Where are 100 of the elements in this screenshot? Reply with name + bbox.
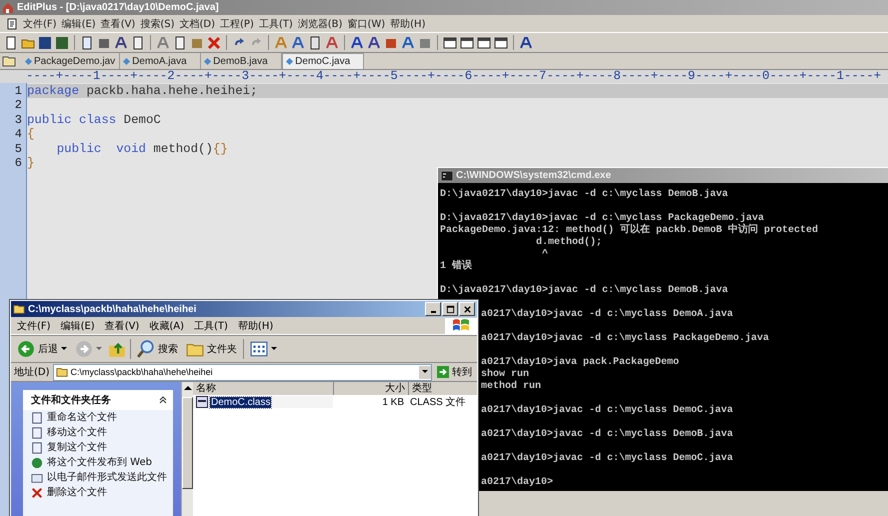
column-ruler: ----+----1----+----2----+----3----+----4----+----5----+----6----+----7----+----8----+----9----+----0----+----1----+ xyxy=(26,70,882,83)
column-header[interactable]: 大小 xyxy=(334,382,409,395)
menu-item[interactable]: 帮助(H) xyxy=(238,318,274,332)
print-preview-icon[interactable] xyxy=(80,36,94,50)
class-file-icon xyxy=(196,396,208,408)
menu-item[interactable]: 文件(F) xyxy=(23,16,57,30)
house-icon xyxy=(2,2,14,14)
close-icon xyxy=(462,304,472,314)
console-line: D:\java0217\day10>javac -d c:\myclass DemoB.java xyxy=(440,285,728,296)
minimize-button[interactable] xyxy=(425,302,441,316)
menu-item[interactable]: 文档(D) xyxy=(180,16,216,30)
scroll-thumb[interactable] xyxy=(182,397,193,489)
console-line: a0217\day10>javac -d c:\myclass DemoB.java xyxy=(481,429,734,440)
console-line: a0217\day10>javac -d c:\myclass DemoA.java xyxy=(481,309,734,320)
menu-item[interactable]: 编辑(E) xyxy=(62,16,96,30)
task-link[interactable]: 删除这个文件 xyxy=(47,487,107,498)
console-line: method run xyxy=(481,381,542,392)
column-header[interactable]: 类型 xyxy=(409,382,477,395)
code-line: { xyxy=(27,127,34,142)
maximize-icon xyxy=(446,304,454,314)
caret-icon xyxy=(61,347,67,351)
menu-item[interactable]: 查看(V) xyxy=(104,318,140,332)
task-link[interactable]: 将这个文件发布到 Web xyxy=(47,457,152,468)
code-line: } xyxy=(27,156,34,170)
console-line: a0217\day10>java pack.PackageDemo xyxy=(481,357,680,368)
caret-icon xyxy=(96,347,102,351)
menu-item[interactable]: 文件(F) xyxy=(17,318,51,332)
console-icon xyxy=(441,170,453,180)
window-title: C:\WINDOWS\system32\cmd.exe xyxy=(438,168,888,183)
console-line: a0217\day10> xyxy=(481,477,554,488)
file-type: CLASS 文件 xyxy=(409,396,467,409)
views-button[interactable] xyxy=(248,339,279,359)
menu-item[interactable]: 窗口(W) xyxy=(347,16,386,30)
caret-icon xyxy=(422,370,428,374)
window-icon[interactable] xyxy=(460,36,474,50)
delete-icon[interactable] xyxy=(207,36,221,50)
menu-item[interactable]: 浏览器(B) xyxy=(298,16,342,30)
folders-button[interactable]: 文件夹 xyxy=(184,339,239,359)
menu-item[interactable]: 工具(T) xyxy=(194,318,228,332)
task-link[interactable]: 复制这个文件 xyxy=(47,442,107,453)
dropdown-button[interactable] xyxy=(419,366,431,378)
console-line: a0217\day10>javac -d c:\myclass DemoC.java xyxy=(481,405,734,416)
task-link[interactable]: 移动这个文件 xyxy=(47,427,107,438)
menu-item[interactable]: 工程(P) xyxy=(220,16,254,30)
column-header[interactable]: 名称 xyxy=(193,382,334,395)
copy-icon[interactable] xyxy=(173,36,187,50)
page-icon xyxy=(31,442,43,454)
line-number: 4 xyxy=(14,127,22,142)
go-button[interactable]: 转到 xyxy=(435,365,474,379)
file-tab[interactable]: DemoC.java xyxy=(282,53,364,69)
folder-icon[interactable] xyxy=(2,55,16,67)
line-number: 6 xyxy=(14,156,22,170)
file-row[interactable]: DemoC.class 1 KB CLASS 文件 xyxy=(193,395,477,409)
document-icon xyxy=(6,18,18,30)
menu-item[interactable]: 收藏(A) xyxy=(149,318,184,332)
menu-item[interactable]: 帮助(H) xyxy=(390,16,426,30)
line-number: 5 xyxy=(14,142,22,156)
page-icon[interactable] xyxy=(131,36,145,50)
folder-icon xyxy=(56,366,68,378)
grid-icon xyxy=(250,340,268,358)
console-line: a0217\day10>javac -d c:\myclass PackageDemo.java xyxy=(481,333,770,344)
console-line: D:\java0217\day10>javac -d c:\myclass PackageDemo.java xyxy=(440,213,764,224)
menu-item[interactable]: 工具(T) xyxy=(258,16,293,30)
task-link[interactable]: 重命名这个文件 xyxy=(47,412,117,423)
envelope-icon xyxy=(31,472,43,484)
task-link[interactable]: 以电子邮件形式发送此文件 xyxy=(47,472,167,483)
font-icon[interactable] xyxy=(350,36,364,50)
console-line: PackageDemo.java:12: method() 可以在 packb.DemoB 中访问 protected xyxy=(440,225,818,236)
minimize-icon xyxy=(430,310,436,312)
window-icon[interactable] xyxy=(443,36,457,50)
window-icon[interactable] xyxy=(494,36,508,50)
address-field[interactable]: C:\myclass\packb\haha\hehe\heihei xyxy=(52,364,432,380)
delete-icon xyxy=(31,487,43,499)
menu-item[interactable]: 查看(V) xyxy=(100,16,136,30)
scrollbar[interactable] xyxy=(181,382,193,516)
console-line: ^ xyxy=(541,249,548,260)
menu-item[interactable]: 搜索(S) xyxy=(140,16,174,30)
close-button[interactable] xyxy=(459,302,475,316)
globe-icon xyxy=(31,457,43,469)
console-line: D:\java0217\day10>javac -d c:\myclass DemoB.java xyxy=(440,189,728,200)
new-file-icon[interactable] xyxy=(4,36,18,50)
console-line: d.method(); xyxy=(535,237,602,248)
search-button[interactable]: 搜索 xyxy=(135,339,180,359)
caret-icon xyxy=(271,347,277,351)
document-icon[interactable] xyxy=(308,36,322,50)
folder-icon xyxy=(13,303,25,315)
code-line: public void method(){} xyxy=(56,142,228,156)
file-size: 1 KB xyxy=(381,396,405,408)
address-label: 地址(D) xyxy=(14,366,50,379)
scroll-up-icon xyxy=(184,385,192,391)
menu-item[interactable]: 编辑(E) xyxy=(60,318,95,332)
folder-up-icon[interactable] xyxy=(108,340,126,358)
window-icon[interactable] xyxy=(477,36,491,50)
console-line: 1 错误 xyxy=(440,261,472,272)
back-button[interactable]: 后退 xyxy=(15,339,69,359)
window-title: EditPlus - [D:\java0217\day10\DemoC.java] xyxy=(0,0,888,15)
code-line: public class DemoC xyxy=(27,112,161,127)
maximize-button[interactable] xyxy=(442,302,458,316)
task-header[interactable]: 文件和文件夹任务 xyxy=(23,390,173,410)
code-line: package packb.haha.hehe.heihei; xyxy=(27,84,258,98)
